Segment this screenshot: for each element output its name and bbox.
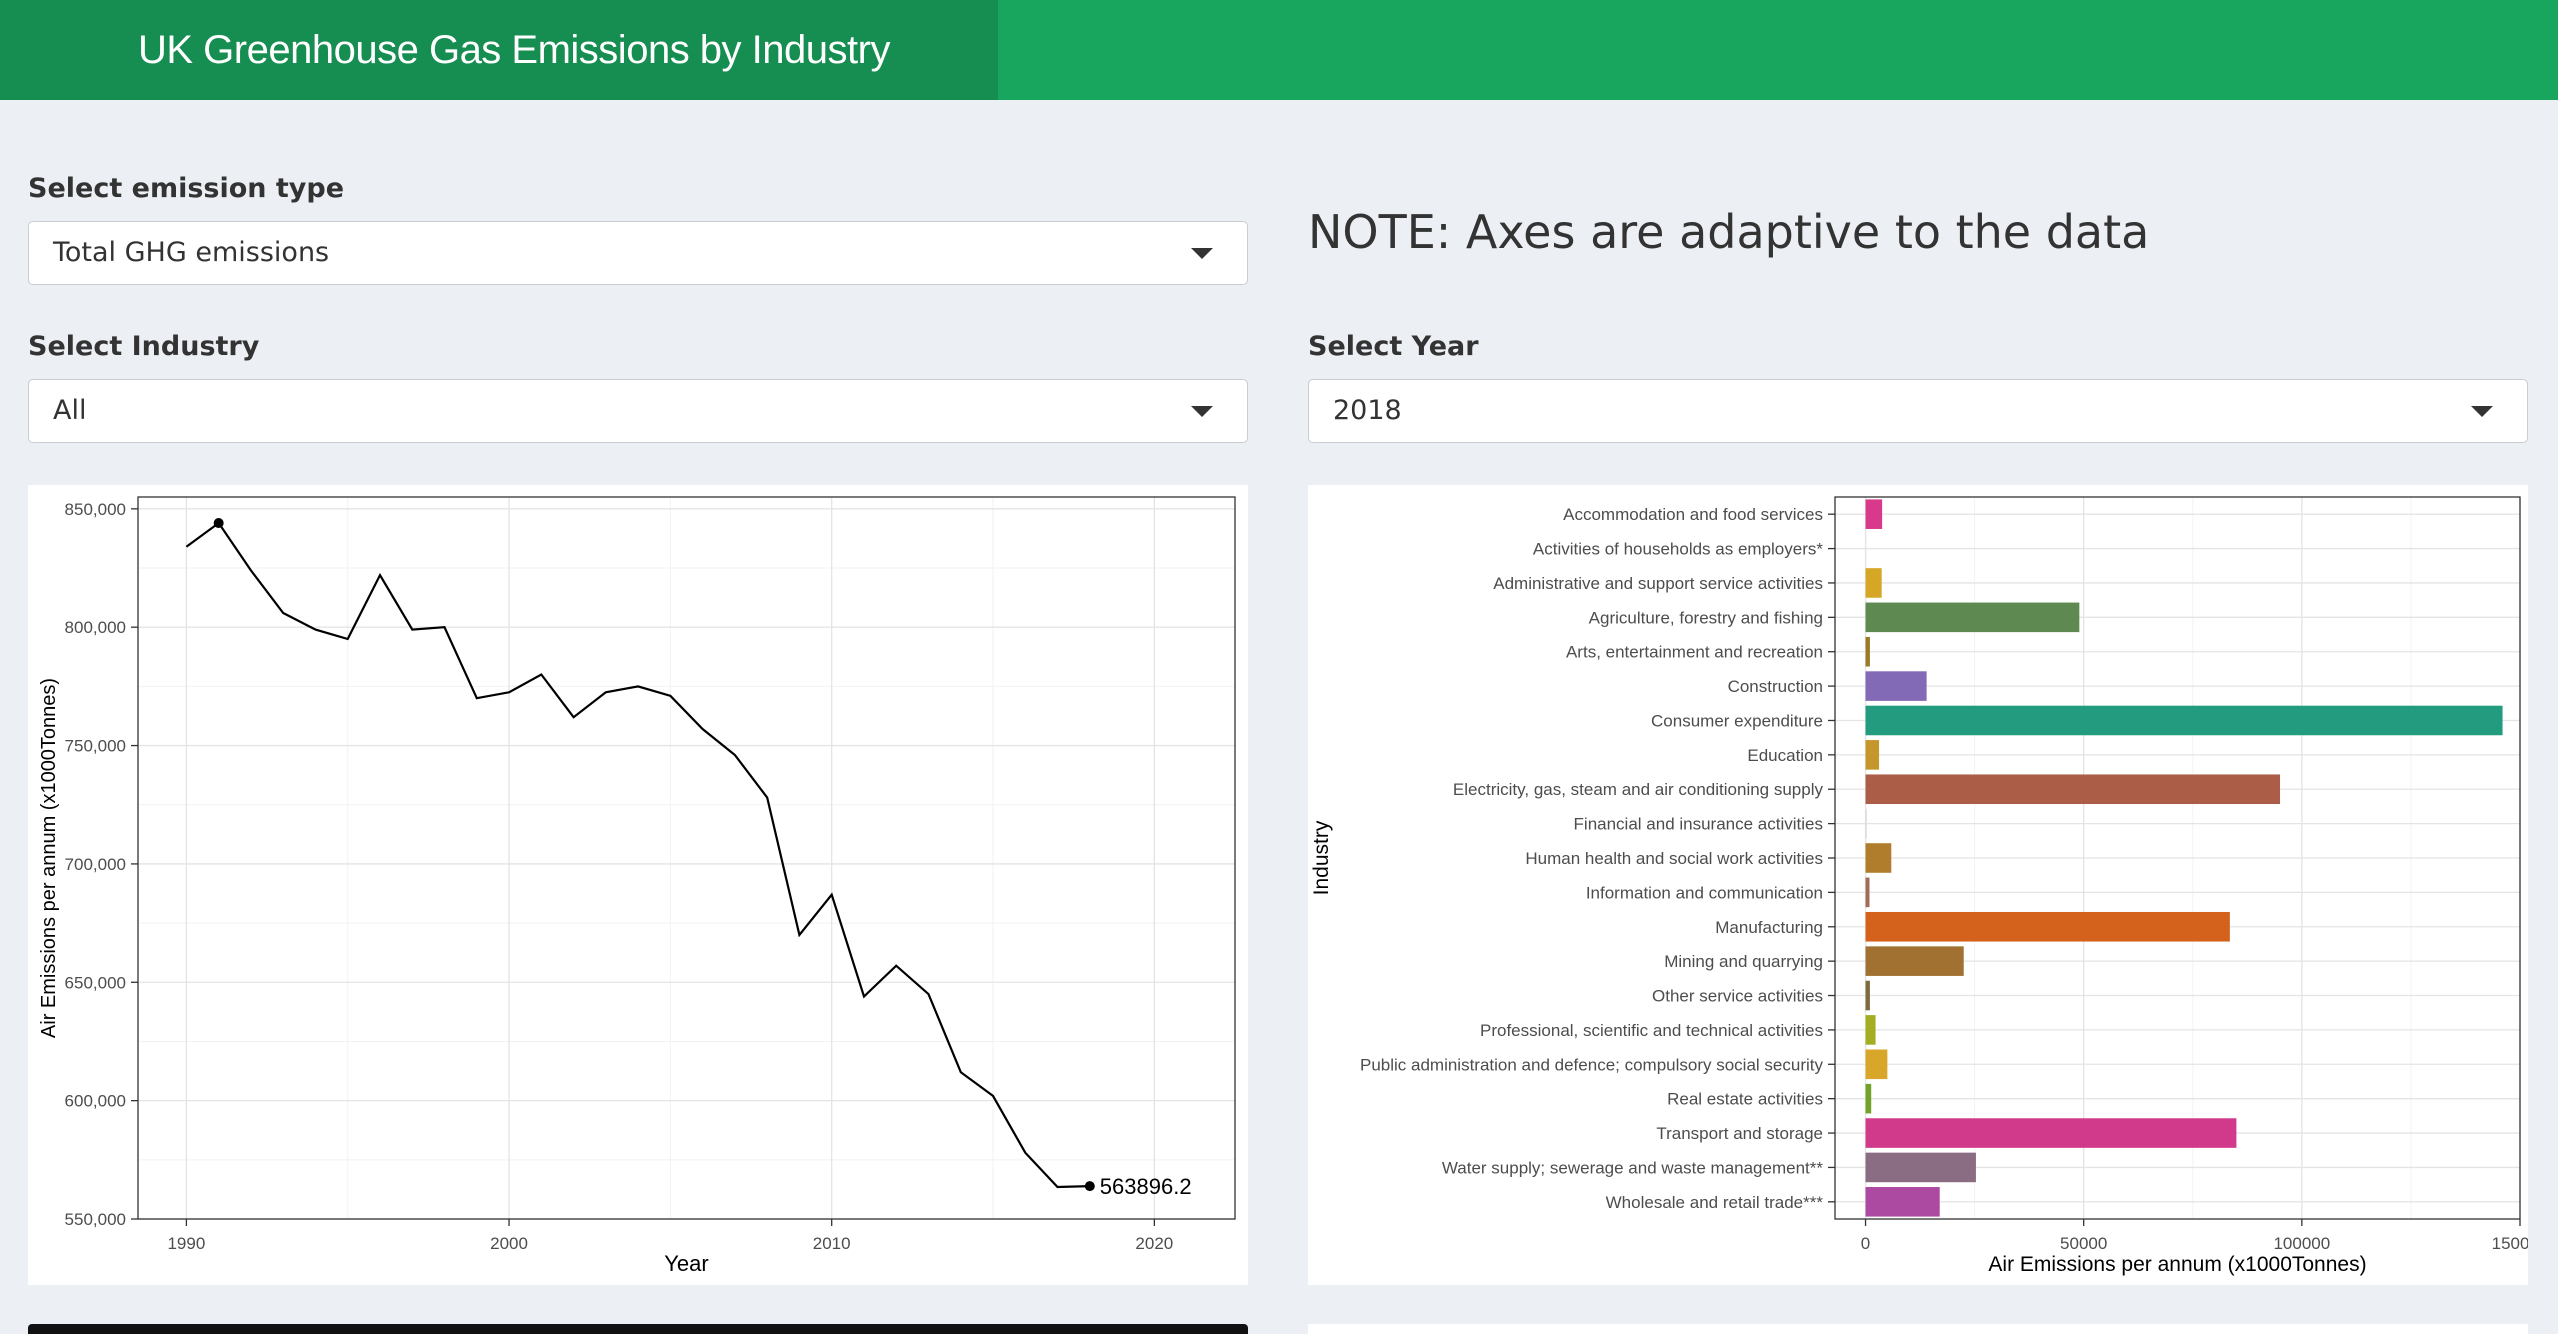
bar <box>1865 877 1870 908</box>
bar <box>1865 774 2281 805</box>
bar <box>1865 568 1882 598</box>
x-tick-label: 2000 <box>490 1234 528 1253</box>
bar <box>1865 705 2503 736</box>
bar <box>1865 1152 1976 1183</box>
y-tick-label: Transport and storage <box>1656 1124 1823 1143</box>
year-label: Select Year <box>1308 331 1479 362</box>
x-tick-label: 1990 <box>167 1234 205 1253</box>
chevron-down-icon <box>2471 406 2493 417</box>
x-tick-label: 50000 <box>2060 1234 2107 1253</box>
emission-type-value: Total GHG emissions <box>53 237 330 268</box>
bar <box>1865 636 1870 667</box>
bar <box>1865 808 1867 839</box>
y-tick-label: 800,000 <box>65 618 126 637</box>
next-panel-edge <box>1308 1324 2528 1334</box>
y-tick-label: Professional, scientific and technical a… <box>1480 1021 1823 1040</box>
last-value-label: 563896.2 <box>1100 1174 1192 1199</box>
line-chart-panel: 550,000 600,000 650,000 700,000 750,000 800,0… <box>28 485 1248 1285</box>
y-tick-label: Other service activities <box>1652 987 1823 1006</box>
bar <box>1865 1118 2237 1148</box>
note-text: NOTE: Axes are adaptive to the data <box>1308 205 2150 259</box>
bar <box>1865 946 1964 976</box>
y-tick-label: Electricity, gas, steam and air conditio… <box>1453 780 1824 799</box>
bar <box>1865 980 1870 1011</box>
y-tick-label: Wholesale and retail trade*** <box>1606 1193 1824 1212</box>
y-tick-label: 700,000 <box>65 855 126 874</box>
y-tick-label: Mining and quarrying <box>1664 952 1823 971</box>
industry-label: Select Industry <box>28 331 260 362</box>
y-tick-label: Financial and insurance activities <box>1574 815 1823 834</box>
bar <box>1865 1083 1872 1114</box>
x-tick-label: 2010 <box>813 1234 851 1253</box>
line-chart: 550,000 600,000 650,000 700,000 750,000 800,0… <box>38 496 1236 1276</box>
bar-chart: 0 50000 100000 150000 Accommodation and food… <box>1310 496 2548 1276</box>
year-value: 2018 <box>1333 395 1402 426</box>
chevron-down-icon <box>1191 406 1213 417</box>
highlight-point <box>213 518 224 529</box>
bar <box>1865 499 1883 529</box>
x-axis-title: Year <box>664 1251 708 1276</box>
y-tick-label: 750,000 <box>65 737 126 756</box>
x-tick-label: 150000 <box>2492 1234 2528 1253</box>
x-tick-label: 100000 <box>2273 1234 2330 1253</box>
emissions-line <box>185 521 1090 1189</box>
bar <box>1865 671 1927 701</box>
bar <box>1865 1015 1876 1045</box>
y-tick-label: Activities of households as employers* <box>1533 540 1823 559</box>
y-tick-label: Accommodation and food services <box>1563 505 1823 524</box>
year-select[interactable]: 2018 <box>1308 379 2528 443</box>
y-axis-title: Industry <box>1310 820 1333 895</box>
bar <box>1865 1049 1888 1080</box>
y-tick-label: Human health and social work activities <box>1525 849 1823 868</box>
emission-type-label: Select emission type <box>28 173 345 204</box>
bar <box>1865 843 1892 873</box>
bar <box>1865 533 1867 564</box>
y-tick-label: Real estate activities <box>1667 1090 1823 1109</box>
emission-type-select[interactable]: Total GHG emissions <box>28 221 1248 285</box>
y-tick-label: Public administration and defence; compu… <box>1360 1055 1824 1074</box>
y-tick-label: 650,000 <box>65 973 126 992</box>
y-tick-label: Construction <box>1728 677 1823 696</box>
bar <box>1865 602 2080 633</box>
x-tick-label: 0 <box>1861 1234 1870 1253</box>
x-axis-title: Air Emissions per annum (x1000Tonnes) <box>1988 1253 2366 1276</box>
y-tick-label: Water supply; sewerage and waste managem… <box>1442 1158 1824 1177</box>
y-tick-label: 550,000 <box>65 1210 126 1229</box>
bar <box>1865 740 1880 770</box>
next-panel-edge <box>28 1324 1248 1334</box>
y-tick-label: Information and communication <box>1586 883 1823 902</box>
y-tick-label: Education <box>1747 746 1823 765</box>
y-tick-label: Arts, entertainment and recreation <box>1566 643 1823 662</box>
header-bar: UK Greenhouse Gas Emissions by Industry <box>0 0 2558 100</box>
industry-value: All <box>53 395 87 426</box>
y-tick-label: Administrative and support service activ… <box>1493 574 1823 593</box>
y-tick-label: Agriculture, forestry and fishing <box>1589 608 1823 627</box>
y-tick-label: Consumer expenditure <box>1651 711 1823 730</box>
bar <box>1865 911 2230 942</box>
y-tick-label: Manufacturing <box>1715 918 1823 937</box>
highlight-point <box>1084 1181 1095 1192</box>
x-tick-label: 2020 <box>1135 1234 1173 1253</box>
y-tick-label: 600,000 <box>65 1092 126 1111</box>
y-axis-title: Air Emissions per annum (x1000Tonnes) <box>38 678 60 1038</box>
chevron-down-icon <box>1191 248 1213 259</box>
bar-chart-panel: 0 50000 100000 150000 Accommodation and food… <box>1308 485 2548 1285</box>
app-title: UK Greenhouse Gas Emissions by Industry <box>0 0 998 100</box>
bar <box>1865 1187 1940 1217</box>
industry-select[interactable]: All <box>28 379 1248 443</box>
y-tick-label: 850,000 <box>65 500 126 519</box>
